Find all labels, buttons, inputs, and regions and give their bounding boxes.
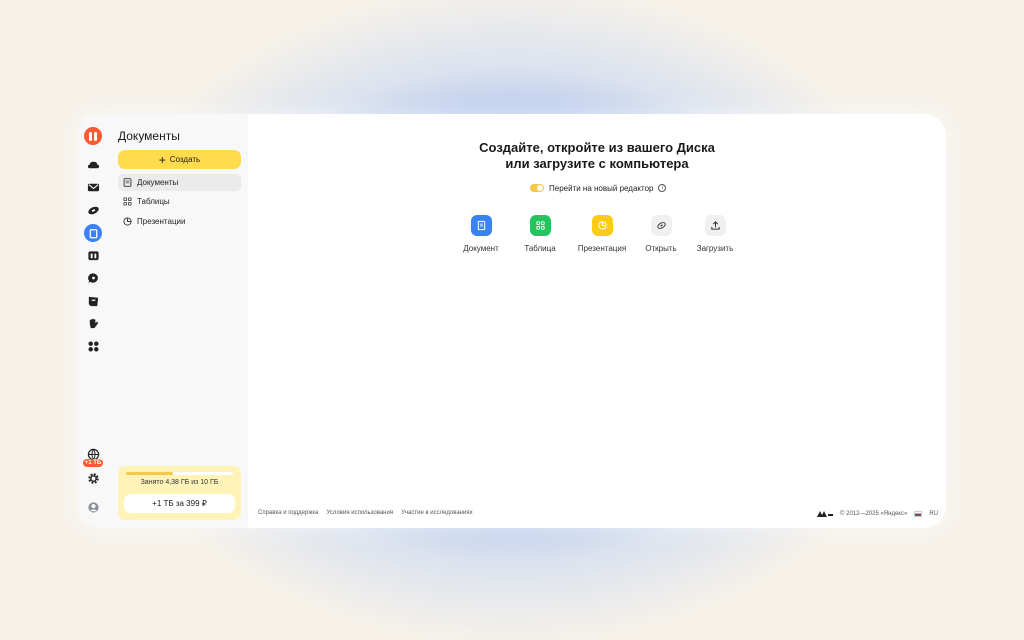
document-icon — [123, 178, 132, 187]
open-icon — [650, 215, 672, 236]
action-label: Таблица — [524, 244, 556, 253]
footer-right: © 2012—2025 «Яндекс» RU — [817, 510, 938, 517]
avatar-icon[interactable] — [86, 500, 100, 514]
footer-link-help[interactable]: Справка и поддержка — [258, 510, 318, 516]
presentation-icon — [591, 215, 613, 236]
disk-icon[interactable] — [86, 203, 100, 217]
storage-used-text: Занято 4,38 ГБ из 10 ГБ — [140, 479, 219, 486]
footer-link-research[interactable]: Участие в исследованиях — [401, 510, 473, 516]
yandex-logo-icon[interactable] — [84, 127, 102, 145]
sidebar: Документы + Создать Документы Таблицы Пр… — [110, 114, 248, 528]
sidebar-item-label: Презентации — [137, 217, 186, 226]
cloud-icon[interactable] — [86, 158, 100, 172]
hand-icon[interactable] — [86, 316, 100, 330]
sidebar-item-documents[interactable]: Документы — [118, 174, 241, 191]
action-upload[interactable]: Загрузить — [680, 215, 750, 253]
plus-icon: + — [158, 152, 166, 167]
main-content: Создайте, откройте из вашего Диска или з… — [248, 114, 946, 528]
apps-icon[interactable] — [86, 339, 100, 353]
language-selector[interactable]: RU — [929, 511, 938, 517]
messenger-icon[interactable] — [86, 271, 100, 285]
create-button-label: Создать — [169, 155, 201, 164]
app-window: +1 ТБ Документы + Создать Документы Табл… — [78, 114, 946, 528]
sidebar-item-tables[interactable]: Таблицы — [118, 193, 241, 210]
copyright: © 2012—2025 «Яндекс» — [840, 510, 908, 517]
document-icon — [470, 215, 492, 236]
footer-links: Справка и поддержка Условия использовани… — [258, 510, 473, 516]
headline-line-2: или загрузите с компьютера — [505, 156, 689, 171]
headline-line-1: Создайте, откройте из вашего Диска — [479, 140, 715, 155]
storage-offer-badge[interactable]: +1 ТБ — [83, 459, 103, 467]
new-editor-toggle[interactable] — [530, 184, 544, 192]
mail-icon[interactable] — [86, 180, 100, 194]
flag-icon — [914, 510, 923, 517]
yandex-cloud-logo-icon — [817, 511, 834, 517]
footer-link-terms[interactable]: Условия использования — [326, 510, 393, 516]
notes-icon[interactable] — [86, 294, 100, 308]
page-title: Документы — [118, 129, 180, 143]
new-editor-toggle-label: Перейти на новый редактор — [549, 183, 654, 193]
table-icon — [123, 197, 132, 206]
headline: Создайте, откройте из вашего Диска или з… — [248, 140, 946, 172]
calendar-icon[interactable] — [86, 248, 100, 262]
action-table[interactable]: Таблица — [505, 215, 575, 253]
sidebar-item-label: Таблицы — [137, 197, 170, 206]
documents-icon[interactable] — [84, 224, 102, 242]
service-rail: +1 ТБ — [78, 114, 110, 528]
table-icon — [529, 215, 551, 236]
presentation-icon — [123, 217, 132, 226]
action-label: Загрузить — [696, 244, 734, 253]
settings-icon[interactable] — [86, 471, 100, 485]
info-icon[interactable]: i — [658, 184, 667, 192]
buy-storage-button[interactable]: +1 ТБ за 399 ₽ — [124, 494, 235, 513]
sidebar-item-label: Документы — [137, 178, 179, 187]
storage-progress-bar — [126, 472, 233, 475]
storage-progress-fill — [126, 472, 173, 475]
new-editor-toggle-row: Перейти на новый редактор i — [530, 182, 667, 194]
upload-icon — [704, 215, 726, 236]
sidebar-item-presentations[interactable]: Презентации — [118, 213, 241, 230]
storage-panel: Занято 4,38 ГБ из 10 ГБ +1 ТБ за 399 ₽ — [118, 466, 241, 520]
create-button[interactable]: + Создать — [118, 150, 241, 169]
